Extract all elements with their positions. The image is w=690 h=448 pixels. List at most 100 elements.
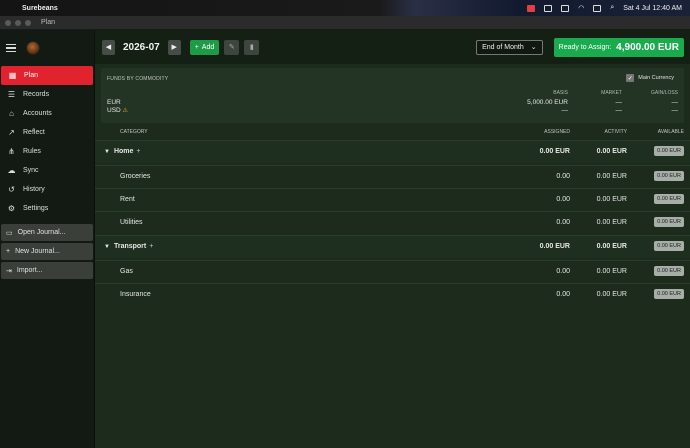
category-available-badge: 0.00 EUR xyxy=(654,266,684,276)
gain-loss-column-header: GAIN/LOSS xyxy=(651,90,678,96)
import-icon: ⇥ xyxy=(6,267,12,275)
warning-icon[interactable]: ⚠ xyxy=(123,108,128,114)
basis-column-header: BASIS xyxy=(553,90,568,96)
category-row[interactable]: Insurance 0.00 0.00 EUR 0.00 EUR xyxy=(95,283,690,306)
sidebar-item-accounts[interactable]: ⌂ Accounts xyxy=(0,104,94,123)
collapse-triangle-icon[interactable]: ▼ xyxy=(104,149,110,155)
bank-icon: ⌂ xyxy=(9,109,14,118)
add-category-icon[interactable]: + xyxy=(149,243,153,250)
chevron-down-icon: ⌄ xyxy=(530,44,537,51)
usd-gain-loss: — xyxy=(671,107,679,114)
arrow-right-icon: ▶ xyxy=(171,44,177,51)
menubar-app-name[interactable]: Surebeans xyxy=(22,5,58,12)
collapse-triangle-icon[interactable]: ▼ xyxy=(104,244,110,250)
macos-menu-bar: Surebeans ◠ ⌕ Sat 4 Jul 12:40 AM xyxy=(0,0,690,16)
main-panel: ◀ 2026-07 ▶ + Add ✎ ▮ End of Month ⌄ Ready… xyxy=(95,30,690,448)
display-icon[interactable] xyxy=(544,4,553,12)
edit-button[interactable]: ✎ xyxy=(224,39,240,55)
delete-button[interactable]: ▮ xyxy=(244,39,260,55)
menubar-clock[interactable]: Sat 4 Jul 12:40 AM xyxy=(623,5,682,12)
category-group-row[interactable]: ▼ Home + 0.00 EUR 0.00 EUR 0.00 EUR xyxy=(95,140,690,163)
view-select-value: End of Month xyxy=(482,43,524,51)
plus-icon: + xyxy=(6,248,11,255)
category-activity: 0.00 EUR xyxy=(596,291,627,298)
close-window-button[interactable] xyxy=(5,19,11,26)
search-icon[interactable]: ⌕ xyxy=(610,4,614,12)
category-table-header: CATEGORY ASSIGNED ACTIVITY AVAILABLE xyxy=(95,126,690,140)
category-assigned[interactable]: 0.00 xyxy=(556,291,570,298)
add-button-label: Add xyxy=(201,43,215,51)
list-icon: ☰ xyxy=(7,90,16,99)
ready-to-assign-label: Ready to Assign: xyxy=(558,43,612,51)
category-activity: 0.00 EUR xyxy=(596,196,627,203)
import-button[interactable]: ⇥ Import... xyxy=(1,262,93,279)
wifi-icon[interactable]: ◠ xyxy=(578,4,584,12)
sidebar-item-label: Settings xyxy=(23,205,49,212)
category-name: Insurance xyxy=(120,291,151,298)
group-name[interactable]: ▼ Home + xyxy=(104,148,141,155)
calendar-icon: ▦ xyxy=(8,71,17,80)
sidebar-item-label: Accounts xyxy=(23,110,52,117)
sidebar-item-sync[interactable]: ☁ Sync xyxy=(0,161,94,180)
category-row[interactable]: Utilities 0.00 0.00 EUR 0.00 EUR xyxy=(95,211,690,234)
category-assigned[interactable]: 0.00 xyxy=(556,219,570,226)
new-journal-button[interactable]: + New Journal... xyxy=(1,243,93,260)
available-column-header: AVAILABLE xyxy=(657,129,684,135)
window-title: Plan xyxy=(41,19,56,26)
sidebar-item-label: Reflect xyxy=(23,129,45,136)
category-assigned[interactable]: 0.00 xyxy=(556,268,570,275)
group-name[interactable]: ▼ Transport + xyxy=(104,243,153,250)
category-available-badge: 0.00 EUR xyxy=(654,217,684,227)
history-icon: ↺ xyxy=(8,185,15,194)
group-activity: 0.00 EUR xyxy=(596,148,627,155)
category-activity: 0.00 EUR xyxy=(596,173,627,180)
minimize-window-button[interactable] xyxy=(15,19,21,26)
category-name: Rent xyxy=(120,196,135,203)
open-journal-button[interactable]: ▭ Open Journal... xyxy=(1,224,93,241)
sidebar-header xyxy=(0,30,94,66)
sidebar-item-plan[interactable]: ▦ Plan xyxy=(1,66,93,85)
category-available-badge: 0.00 EUR xyxy=(654,289,684,299)
trash-icon: ▮ xyxy=(249,44,254,51)
market-column-header: MARKET xyxy=(601,90,622,96)
control-center-icon[interactable] xyxy=(593,4,602,12)
app-logo xyxy=(26,41,40,55)
category-row[interactable]: Groceries 0.00 0.00 EUR 0.00 EUR xyxy=(95,165,690,188)
battery-icon[interactable] xyxy=(561,4,570,12)
arrow-left-icon: ◀ xyxy=(105,44,112,51)
sidebar-item-label: Sync xyxy=(23,167,39,174)
category-available-badge: 0.00 EUR xyxy=(654,171,684,181)
sidebar-item-records[interactable]: ☰ Records xyxy=(0,85,94,104)
sidebar-item-reflect[interactable]: ↗ Reflect xyxy=(0,123,94,142)
view-select[interactable]: End of Month ⌄ xyxy=(476,39,543,55)
sidebar-item-label: Records xyxy=(23,91,50,98)
sidebar-item-history[interactable]: ↺ History xyxy=(0,180,94,199)
ready-to-assign-badge: Ready to Assign: 4,900.00 EUR xyxy=(553,37,684,57)
chart-icon: ↗ xyxy=(8,128,15,137)
sidebar-item-settings[interactable]: ⚙ Settings xyxy=(0,199,94,218)
sidebar-item-rules[interactable]: ⋔ Rules xyxy=(0,142,94,161)
previous-period-button[interactable]: ◀ xyxy=(102,39,115,55)
group-name-text: Transport xyxy=(113,243,147,250)
checkbox-checked-icon[interactable]: ✓ xyxy=(626,74,635,82)
main-currency-toggle[interactable]: ✓ Main Currency xyxy=(626,74,674,82)
plus-icon: + xyxy=(194,43,199,51)
next-period-button[interactable]: ▶ xyxy=(167,39,181,55)
add-button[interactable]: + Add xyxy=(189,39,220,55)
category-assigned[interactable]: 0.00 xyxy=(556,196,570,203)
category-row[interactable]: Rent 0.00 0.00 EUR 0.00 EUR xyxy=(95,188,690,211)
eur-gain-loss: — xyxy=(671,99,679,106)
usd-market: — xyxy=(615,107,623,114)
zoom-window-button[interactable] xyxy=(25,19,31,26)
add-category-icon[interactable]: + xyxy=(136,148,140,155)
category-assigned[interactable]: 0.00 xyxy=(556,173,570,180)
period-label: 2026-07 xyxy=(123,41,160,53)
category-group-row[interactable]: ▼ Transport + 0.00 EUR 0.00 EUR 0.00 EUR xyxy=(95,235,690,258)
commodity-usd: USD ⚠ xyxy=(107,107,128,114)
record-status-icon[interactable] xyxy=(527,4,536,12)
hamburger-menu-icon[interactable] xyxy=(6,44,16,52)
sidebar-item-label: History xyxy=(23,186,45,193)
category-row[interactable]: Gas 0.00 0.00 EUR 0.00 EUR xyxy=(95,260,690,283)
open-journal-label: Open Journal... xyxy=(17,229,66,236)
gear-icon: ⚙ xyxy=(7,204,16,213)
